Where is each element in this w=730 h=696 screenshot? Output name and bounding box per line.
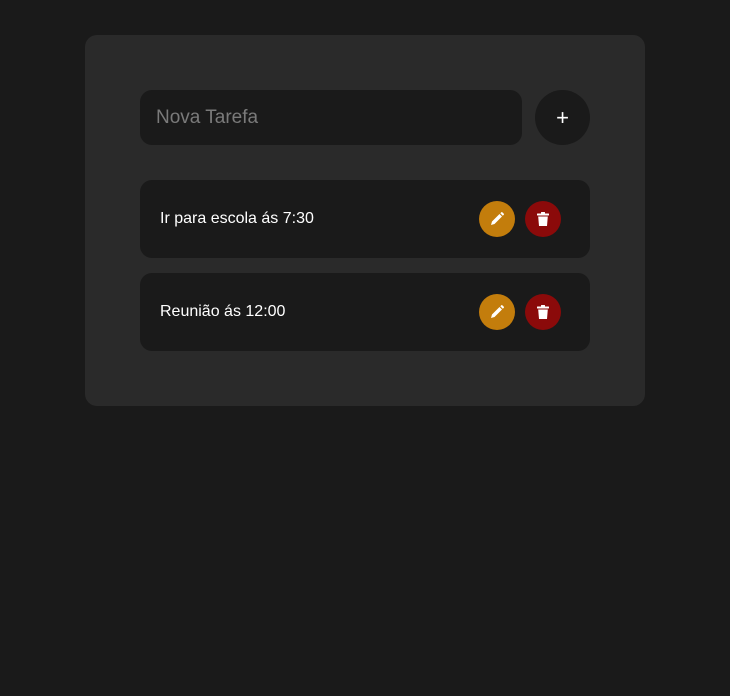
task-text: Ir para escola ás 7:30: [160, 210, 314, 227]
task-item: Ir para escola ás 7:30: [140, 180, 590, 258]
edit-task-button[interactable]: [479, 201, 515, 237]
task-item: Reunião ás 12:00: [140, 273, 590, 351]
trash-icon: [536, 211, 550, 227]
todo-card: + Ir para escola ás 7:30: [85, 35, 645, 406]
trash-icon: [536, 304, 550, 320]
delete-task-button[interactable]: [525, 294, 561, 330]
pencil-icon: [489, 304, 505, 320]
add-task-button[interactable]: +: [535, 90, 590, 145]
new-task-input[interactable]: [140, 90, 522, 145]
task-list: Ir para escola ás 7:30 Reunião ás 12:00: [140, 180, 590, 366]
new-task-row: +: [140, 90, 590, 145]
edit-task-button[interactable]: [479, 294, 515, 330]
delete-task-button[interactable]: [525, 201, 561, 237]
pencil-icon: [489, 211, 505, 227]
task-text: Reunião ás 12:00: [160, 303, 286, 320]
